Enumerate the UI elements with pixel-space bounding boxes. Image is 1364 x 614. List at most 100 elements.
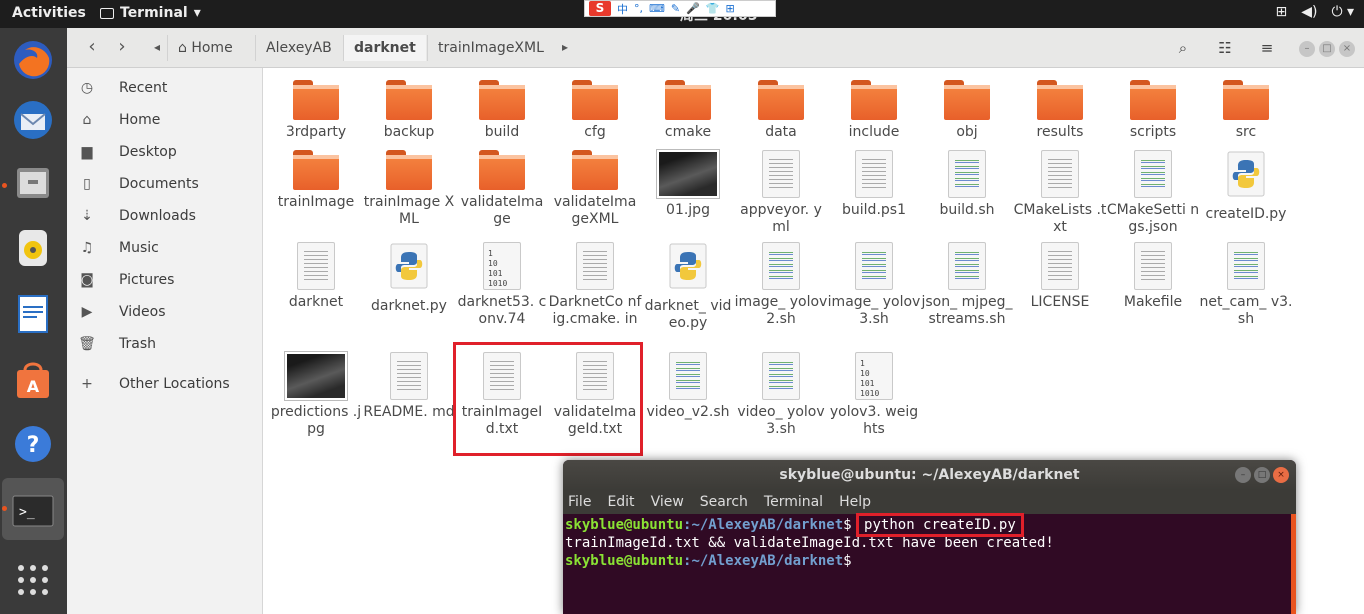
system-tray[interactable]: ⊞ ◀) ⏻ ▾ xyxy=(1275,4,1354,20)
sidebar-item-other-locations[interactable]: + Other Locations xyxy=(67,370,263,398)
file-item[interactable]: image_ yolov3.sh xyxy=(827,242,921,328)
rhythmbox-icon[interactable] xyxy=(9,224,57,272)
file-item[interactable]: 01.jpg xyxy=(641,150,735,219)
file-item[interactable]: src xyxy=(1199,80,1293,141)
file-item[interactable]: createID.py xyxy=(1199,150,1293,223)
app-menu[interactable]: Terminal ▾ xyxy=(100,5,201,21)
file-item[interactable]: build.ps1 xyxy=(827,150,921,219)
sidebar-item-documents[interactable]: ▯ Documents xyxy=(67,170,263,198)
file-item[interactable]: image_ yolov2.sh xyxy=(734,242,828,328)
breadcrumb-alexeyab[interactable]: AlexeyAB xyxy=(255,35,342,61)
folder-icon xyxy=(293,80,339,120)
ime-chinese-toggle[interactable]: 中 xyxy=(617,1,628,17)
files-icon[interactable] xyxy=(9,158,57,206)
file-item[interactable]: LICENSE xyxy=(1013,242,1107,311)
file-item[interactable]: 3rdparty xyxy=(269,80,363,141)
input-method-bar[interactable]: S 中 °, ⌨ ✎ 🎤 👕 ⊞ xyxy=(584,0,776,17)
file-item[interactable]: validateIma geXML xyxy=(548,150,642,228)
file-item[interactable]: trainImage XML xyxy=(362,150,456,228)
file-item[interactable]: darknet xyxy=(269,242,363,311)
volume-icon[interactable]: ◀) xyxy=(1301,4,1317,20)
network-icon[interactable]: ⊞ xyxy=(1275,4,1287,20)
menu-help[interactable]: Help xyxy=(839,490,871,514)
sogou-logo-icon[interactable]: S xyxy=(589,1,611,16)
file-name: obj xyxy=(956,124,978,140)
file-item[interactable]: cfg xyxy=(548,80,642,141)
search-icon[interactable]: ⌕ xyxy=(1169,35,1197,61)
file-item[interactable]: trainImage xyxy=(269,150,363,211)
sidebar-item-downloads[interactable]: ⇣ Downloads xyxy=(67,202,263,230)
forward-button[interactable]: › xyxy=(107,35,137,61)
minimize-button[interactable]: – xyxy=(1299,41,1315,57)
terminal-minimize-button[interactable]: – xyxy=(1235,467,1251,483)
sidebar-item-videos[interactable]: ▶ Videos xyxy=(67,298,263,326)
file-item[interactable]: DarknetCo nfig.cmake. in xyxy=(548,242,642,328)
terminal-app-icon[interactable]: >_ xyxy=(9,486,57,534)
sidebar-item-desktop[interactable]: ▆ Desktop xyxy=(67,138,263,166)
sidebar-item-music[interactable]: ♫ Music xyxy=(67,234,263,262)
file-item[interactable]: obj xyxy=(920,80,1014,141)
file-item[interactable]: README. md xyxy=(362,352,456,421)
menu-search[interactable]: Search xyxy=(700,490,748,514)
menu-file[interactable]: File xyxy=(568,490,591,514)
breadcrumb-home[interactable]: ⌂ Home xyxy=(167,35,243,61)
menu-terminal[interactable]: Terminal xyxy=(764,490,823,514)
power-icon[interactable]: ⏻ ▾ xyxy=(1331,4,1354,20)
file-item[interactable]: scripts xyxy=(1106,80,1200,141)
menu-edit[interactable]: Edit xyxy=(607,490,634,514)
file-item[interactable]: json_ mjpeg_ streams.sh xyxy=(920,242,1014,328)
file-item[interactable]: validateIma ge xyxy=(455,150,549,228)
file-item[interactable]: build xyxy=(455,80,549,141)
breadcrumb-darknet[interactable]: darknet xyxy=(343,35,426,61)
file-item[interactable]: cmake xyxy=(641,80,735,141)
ime-punctuation-toggle[interactable]: °, xyxy=(634,2,643,15)
menu-view[interactable]: View xyxy=(651,490,684,514)
view-toggle-icon[interactable]: ☷ xyxy=(1211,35,1239,61)
terminal-scrollbar[interactable] xyxy=(1291,514,1296,614)
file-item[interactable]: darknet.py xyxy=(362,242,456,315)
thunderbird-icon[interactable] xyxy=(9,96,57,144)
file-item[interactable]: Makefile xyxy=(1106,242,1200,311)
file-item[interactable]: darknet_ video.py xyxy=(641,242,735,332)
terminal-maximize-button[interactable]: □ xyxy=(1254,467,1270,483)
ime-skin-icon[interactable]: 👕 xyxy=(706,2,720,15)
file-item[interactable]: predictions .jpg xyxy=(269,352,363,438)
sidebar-item-recent[interactable]: ◷ Recent xyxy=(67,74,263,102)
ime-toolbox-icon[interactable]: ⊞ xyxy=(726,2,735,15)
sidebar-item-home[interactable]: ⌂ Home xyxy=(67,106,263,134)
file-item[interactable]: 1 10 101 1010 darknet53. conv.74 xyxy=(455,242,549,328)
trash-icon: 🗑 xyxy=(78,336,96,352)
file-item[interactable]: CMakeSetti ngs.json xyxy=(1106,150,1200,236)
ime-voice-icon[interactable]: 🎤 xyxy=(686,2,700,15)
terminal-output[interactable]: skyblue@ubuntu:~/AlexeyAB/darknet$ pytho… xyxy=(563,513,1296,614)
file-item[interactable]: net_cam_ v3.sh xyxy=(1199,242,1293,328)
file-item[interactable]: 1 10 101 1010 yolov3. weights xyxy=(827,352,921,438)
close-button[interactable]: × xyxy=(1339,41,1355,57)
file-item[interactable]: data xyxy=(734,80,828,141)
menu-icon[interactable]: ≡ xyxy=(1253,35,1281,61)
sidebar-item-pictures[interactable]: ◙ Pictures xyxy=(67,266,263,294)
terminal-close-button[interactable]: × xyxy=(1273,467,1289,483)
activities-button[interactable]: Activities xyxy=(12,5,86,21)
file-item[interactable]: appveyor. yml xyxy=(734,150,828,236)
file-item[interactable]: CMakeLists .txt xyxy=(1013,150,1107,236)
file-item[interactable]: video_v2.sh xyxy=(641,352,735,421)
breadcrumb-trainimagexml[interactable]: trainImageXML xyxy=(427,35,554,61)
libreoffice-writer-icon[interactable] xyxy=(9,290,57,338)
show-applications-icon[interactable] xyxy=(9,556,57,604)
software-center-icon[interactable]: A xyxy=(9,356,57,404)
file-item[interactable]: include xyxy=(827,80,921,141)
ime-handwriting-icon[interactable]: ✎ xyxy=(671,2,680,15)
sidebar-item-trash[interactable]: 🗑 Trash xyxy=(67,330,263,358)
back-button[interactable]: ‹ xyxy=(77,35,107,61)
file-item[interactable]: backup xyxy=(362,80,456,141)
maximize-button[interactable]: □ xyxy=(1319,41,1335,57)
file-item[interactable]: results xyxy=(1013,80,1107,141)
help-icon[interactable]: ? xyxy=(9,420,57,468)
ime-keyboard-icon[interactable]: ⌨ xyxy=(649,2,665,15)
file-item[interactable]: video_ yolov3.sh xyxy=(734,352,828,438)
path-scroll-left-button[interactable]: ◂ xyxy=(147,35,167,61)
firefox-icon[interactable] xyxy=(9,36,57,84)
file-item[interactable]: build.sh xyxy=(920,150,1014,219)
path-scroll-right-button[interactable]: ▸ xyxy=(555,35,575,61)
